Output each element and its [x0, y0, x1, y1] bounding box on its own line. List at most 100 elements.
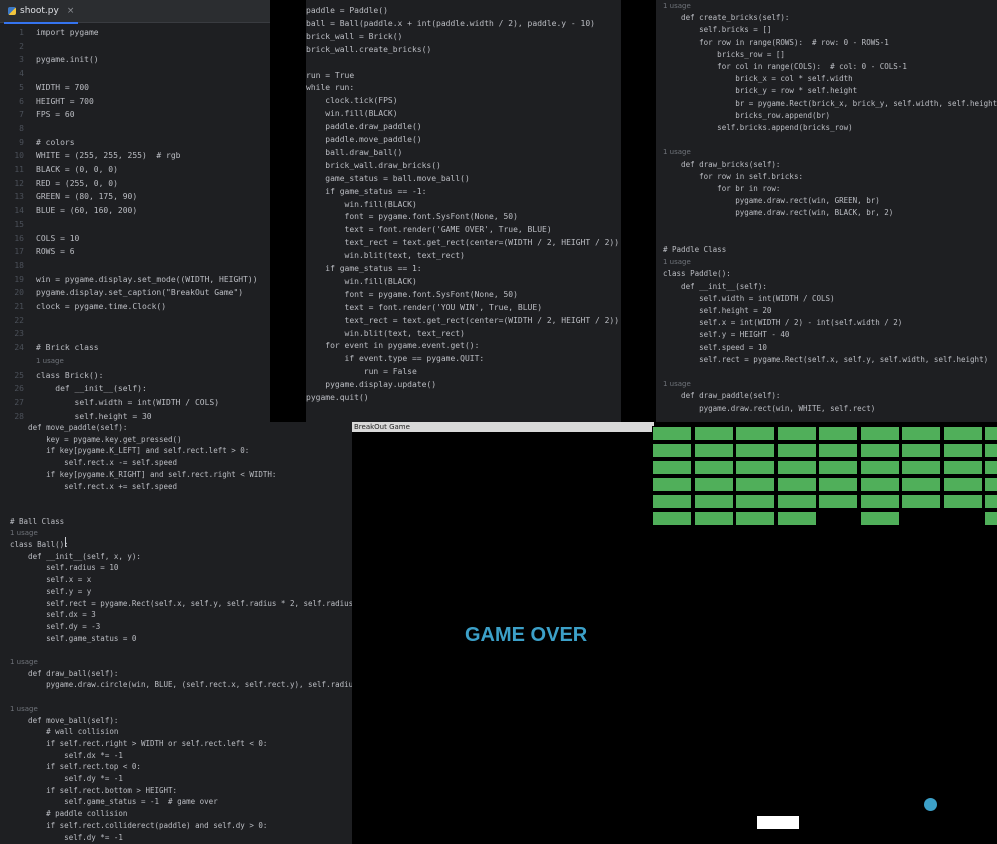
- usage-hint: 1 usage: [663, 2, 691, 10]
- brick: [776, 511, 817, 526]
- code-line: for event in pygame.event.get():: [306, 339, 621, 352]
- code-text: pygame.display.update(): [306, 380, 437, 390]
- code-line: 28 self.height = 30: [0, 410, 270, 422]
- code-text: if self.rect.colliderect(paddle) and sel…: [10, 820, 268, 830]
- code-text: clock = pygame.time.Clock(): [36, 302, 167, 311]
- brick: [984, 511, 997, 526]
- code-text: brick_wall.draw_bricks(): [306, 160, 441, 170]
- brick: [818, 494, 858, 509]
- code-line: 20 pygame.display.set_caption("BreakOut G…: [0, 286, 270, 299]
- code-text: win = pygame.display.set_mode((WIDTH, HE…: [36, 274, 258, 284]
- code-line: self.dy = -3: [0, 621, 352, 633]
- line-number: 26: [14, 384, 24, 394]
- line-number: 15: [14, 219, 24, 229]
- code-line: if self.rect.right > WIDTH or self.rect.…: [0, 738, 352, 750]
- code-text: HEIGHT = 700: [36, 96, 94, 106]
- brick: [984, 477, 997, 492]
- code-line: 15: [0, 218, 270, 231]
- code-text: self.x = int(WIDTH / 2) - int(self.width…: [663, 318, 903, 328]
- code-line: def draw_ball(self):: [0, 668, 352, 680]
- code-line: pygame.quit(): [306, 391, 621, 404]
- code-line: 1 usage: [656, 256, 997, 268]
- brick: [652, 511, 692, 526]
- code-text: pygame.display.set_caption("BreakOut Gam…: [36, 288, 244, 298]
- line-number: 14: [14, 206, 24, 216]
- code-line: 17 ROWS = 6: [0, 245, 270, 258]
- code-text: class Brick():: [36, 370, 104, 380]
- brick: [901, 426, 941, 441]
- brick: [859, 511, 900, 526]
- code-line: win.fill(BLACK): [306, 198, 621, 211]
- code-line: ball.draw_ball(): [306, 146, 621, 159]
- code-text: ball = Ball(paddle.x + int(paddle.width …: [306, 18, 595, 28]
- code-text: bricks_row.append(br): [663, 110, 831, 120]
- code-line: if event.type == pygame.QUIT:: [306, 352, 621, 365]
- code-line: 16 COLS = 10: [0, 232, 270, 245]
- usage-hint: 1 usage: [10, 529, 38, 538]
- line-number: 21: [14, 302, 24, 311]
- brick: [735, 443, 775, 458]
- code-line: br = pygame.Rect(brick_x, brick_y, self.…: [656, 98, 997, 110]
- brick: [984, 443, 997, 458]
- code-line: 1 usage: [0, 703, 352, 715]
- code-text: pygame.init(): [36, 55, 99, 65]
- brick: [859, 494, 900, 509]
- close-icon[interactable]: ×: [67, 6, 75, 16]
- code-text: # colors: [36, 137, 75, 147]
- code-text: self.x = x: [10, 575, 92, 585]
- code-line: game_status = ball.move_ball(): [306, 172, 621, 185]
- code-text: pygame.draw.rect(win, WHITE, self.rect): [663, 403, 876, 413]
- game-window[interactable]: BreakOut Game GAME OVER: [352, 422, 997, 844]
- code-text: self.dy *= -1: [10, 832, 123, 842]
- code-line: run = True: [306, 69, 621, 82]
- code-line: 24 # Brick class: [0, 341, 270, 354]
- game-window-titlebar[interactable]: BreakOut Game: [352, 422, 654, 432]
- code-lines[interactable]: def move_paddle(self): key = pygame.key.…: [0, 422, 352, 844]
- brick: [652, 426, 692, 441]
- code-line: 1 usage: [656, 146, 997, 158]
- line-number: 17: [14, 247, 24, 257]
- code-line: win.fill(BLACK): [306, 107, 621, 120]
- line-number: 27: [14, 397, 24, 407]
- brick: [693, 443, 734, 458]
- line-number: 18: [14, 260, 24, 270]
- code-line: paddle.move_paddle(): [306, 133, 621, 146]
- code-line: class Paddle():: [656, 268, 997, 280]
- line-number: 12: [14, 178, 24, 188]
- code-line: if self.rect.bottom > HEIGHT:: [0, 785, 352, 797]
- code-text: brick_wall.create_bricks(): [306, 44, 432, 54]
- code-text: if key[pygame.K_LEFT] and self.rect.left…: [10, 446, 250, 456]
- code-line: text = font.render('GAME OVER', True, BL…: [306, 223, 621, 236]
- code-line: 22: [0, 314, 270, 327]
- code-text: # wall collision: [10, 727, 119, 737]
- line-number: 23: [14, 329, 24, 339]
- code-lines[interactable]: 1 usage def create_bricks(self): self.br…: [656, 0, 997, 422]
- brick: [942, 426, 983, 441]
- code-text: self.dx = 3: [10, 610, 96, 620]
- brick: [901, 477, 941, 492]
- tab-shoot-py[interactable]: shoot.py ×: [4, 0, 79, 24]
- brick: [859, 460, 900, 475]
- code-text: clock.tick(FPS): [306, 96, 398, 106]
- code-line: win.blit(text, text_rect): [306, 327, 621, 340]
- editor-tab-bar: shoot.py ×: [0, 0, 270, 24]
- code-text: game_status = ball.move_ball(): [306, 173, 470, 183]
- code-line: # Paddle Class: [656, 244, 997, 256]
- brick: [693, 460, 734, 475]
- code-line: text_rect = text.get_rect(center=(WIDTH …: [306, 314, 621, 327]
- line-number: 22: [14, 315, 24, 325]
- code-lines[interactable]: 1 import pygame 2 3 pygame.init() 4 5 WIDTH = 7…: [0, 26, 270, 422]
- code-line: 13 GREEN = (80, 175, 90): [0, 190, 270, 203]
- code-line: self.bricks.append(bricks_row): [656, 122, 997, 134]
- code-text: self.rect = pygame.Rect(self.x, self.y, …: [663, 354, 989, 364]
- code-line: pygame.draw.rect(win, GREEN, br): [656, 195, 997, 207]
- editor-panel-top-right: 1 usage def create_bricks(self): self.br…: [656, 0, 997, 422]
- brick: [776, 477, 817, 492]
- code-text: def draw_ball(self):: [10, 668, 119, 678]
- code-text: self.rect.x -= self.speed: [10, 458, 178, 468]
- code-lines[interactable]: paddle = Paddle() ball = Ball(paddle.x + …: [306, 4, 621, 422]
- brick: [901, 494, 941, 509]
- code-line: ball = Ball(paddle.x + int(paddle.width …: [306, 17, 621, 30]
